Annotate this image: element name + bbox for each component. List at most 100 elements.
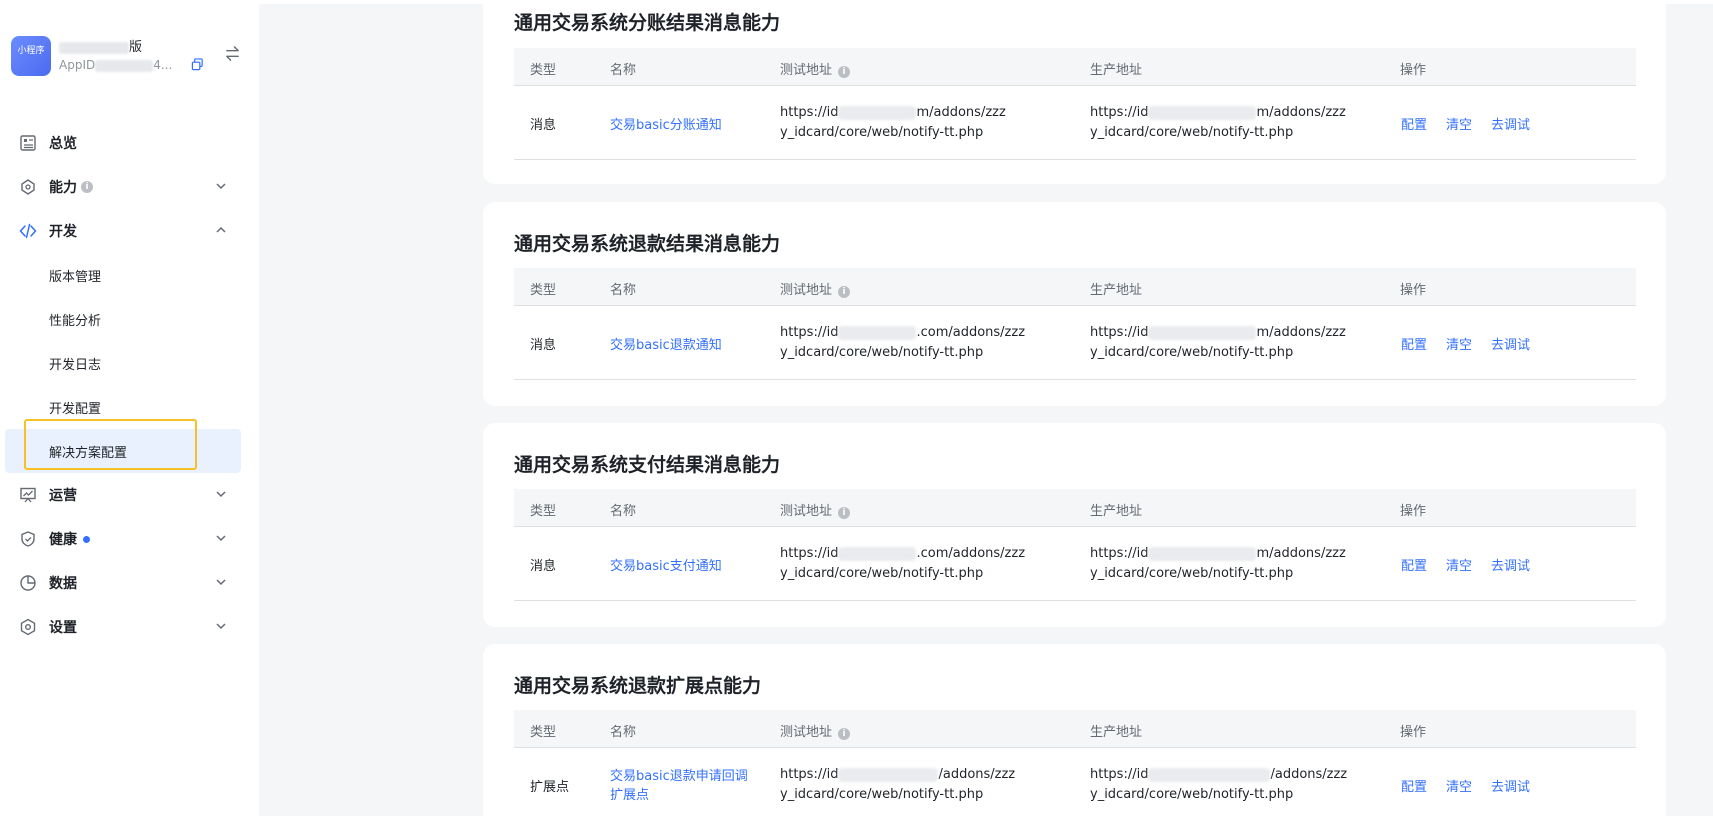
row-name-link[interactable]: 交易basic支付通知 [610, 555, 722, 574]
row-name-link[interactable]: 交易basic退款通知 [610, 334, 722, 353]
row-type: 消息 [530, 118, 557, 133]
row-name-link[interactable]: 交易basic退款申请回调扩展点 [610, 767, 750, 805]
prod-url: https://id m/addons/zzz y_idcard/core/web/… [1090, 546, 1346, 581]
sidebar-item-label: 数据 [49, 576, 77, 592]
sidebar-item-label: 设置 [49, 620, 77, 636]
column-header-name: 名称 [610, 283, 637, 298]
redacted-app-id [95, 59, 154, 72]
clear-button[interactable]: 清空 [1446, 559, 1472, 574]
app-logo: 小程序 [11, 36, 51, 76]
info-icon[interactable]: i [838, 286, 851, 298]
column-header-test-url: 测试地址 i [780, 59, 851, 78]
sidebar-nav: 总览 能力 i 开发 版本管理 性能分析 开发日志 开发配置 解决方案配置 运营… [0, 121, 259, 649]
row-actions: 配置 清空 去调试 [1401, 334, 1549, 353]
card-title: 通用交易系统退款扩展点能力 [514, 675, 762, 697]
column-header-ops: 操作 [1400, 725, 1427, 740]
info-icon[interactable]: i [838, 728, 851, 740]
prod-url: https://id m/addons/zzz y_idcard/core/web/… [1090, 325, 1346, 360]
column-header-prod-url: 生产地址 [1090, 504, 1143, 519]
sidebar: 小程序 版 AppID 4... 总览 能力 i 开发 版本管理 性能分析 开发日… [0, 0, 259, 816]
prod-url: https://id/addons/zzz y_idcard/core/web/n… [1090, 767, 1348, 802]
row-actions: 配置 清空 去调试 [1401, 555, 1549, 574]
presentation-chart-icon [19, 486, 37, 504]
table-header: 类型 名称 测试地址 i 生产地址 操作 [514, 48, 1636, 86]
table-row: 消息 交易basic支付通知 https://id .com/addons/zzz… [514, 527, 1636, 601]
ability-card: 通用交易系统退款扩展点能力 类型 名称 测试地址 i 生产地址 操作 扩展点 交易… [483, 644, 1666, 816]
redacted-domain [838, 767, 939, 782]
config-button[interactable]: 配置 [1401, 559, 1427, 574]
info-icon[interactable]: i [838, 66, 851, 78]
debug-button[interactable]: 去调试 [1491, 338, 1530, 353]
redacted-domain [1148, 767, 1271, 782]
sidebar-subitem-version[interactable]: 版本管理 [0, 253, 259, 297]
notification-dot [83, 535, 90, 543]
code-icon [19, 222, 37, 240]
column-header-ops: 操作 [1400, 63, 1427, 78]
sidebar-subitem-dev-log[interactable]: 开发日志 [0, 341, 259, 385]
row-type: 扩展点 [530, 780, 570, 795]
row-actions: 配置 清空 去调试 [1401, 776, 1549, 795]
sidebar-item-health[interactable]: 健康 [0, 517, 259, 561]
info-icon[interactable]: i [81, 181, 93, 193]
column-header-ops: 操作 [1400, 283, 1427, 298]
chevron-up-icon [214, 223, 228, 237]
row-type: 消息 [530, 338, 557, 353]
sidebar-subitem-dev-config[interactable]: 开发配置 [0, 385, 259, 429]
prod-url: https://id m/addons/zzz y_idcard/core/web/… [1090, 105, 1346, 140]
table-header: 类型 名称 测试地址 i 生产地址 操作 [514, 268, 1636, 306]
clear-button[interactable]: 清空 [1446, 780, 1472, 795]
ability-table: 类型 名称 测试地址 i 生产地址 操作 消息 交易basic分账通知 https… [514, 48, 1636, 160]
debug-button[interactable]: 去调试 [1491, 780, 1530, 795]
chevron-down-icon [214, 575, 228, 589]
table-row: 消息 交易basic退款通知 https://id .com/addons/zzz… [514, 306, 1636, 380]
test-url: https://id m/addons/zzz y_idcard/core/web/… [780, 105, 1006, 140]
row-actions: 配置 清空 去调试 [1401, 114, 1549, 133]
column-header-ops: 操作 [1400, 504, 1427, 519]
column-header-test-url: 测试地址 i [780, 721, 851, 740]
chevron-down-icon [214, 179, 228, 193]
debug-button[interactable]: 去调试 [1491, 118, 1530, 133]
sidebar-item-data[interactable]: 数据 [0, 561, 259, 605]
sidebar-subitem-performance[interactable]: 性能分析 [0, 297, 259, 341]
column-header-prod-url: 生产地址 [1090, 725, 1143, 740]
table-row: 消息 交易basic分账通知 https://id m/addons/zzz y_i… [514, 86, 1636, 160]
config-button[interactable]: 配置 [1401, 780, 1427, 795]
sidebar-item-label: 开发 [49, 224, 77, 240]
sidebar-item-label: 能力 [49, 180, 77, 196]
config-button[interactable]: 配置 [1401, 118, 1427, 133]
pie-chart-icon [19, 574, 37, 592]
clear-button[interactable]: 清空 [1446, 118, 1472, 133]
column-header-type: 类型 [530, 725, 557, 740]
row-name-link[interactable]: 交易basic分账通知 [610, 114, 722, 133]
redacted-domain [838, 325, 917, 340]
switch-app-icon[interactable] [224, 45, 241, 67]
ability-table: 类型 名称 测试地址 i 生产地址 操作 消息 交易basic支付通知 https… [514, 489, 1636, 601]
app-name: 版 [59, 36, 142, 55]
row-type: 消息 [530, 559, 557, 574]
dashboard-icon [19, 134, 37, 152]
sidebar-item-overview[interactable]: 总览 [0, 121, 259, 165]
sidebar-item-settings[interactable]: 设置 [0, 605, 259, 649]
column-header-prod-url: 生产地址 [1090, 63, 1143, 78]
sidebar-item-operate[interactable]: 运营 [0, 473, 259, 517]
table-row: 扩展点 交易basic退款申请回调扩展点 https://id/addons/z… [514, 748, 1636, 816]
clear-button[interactable]: 清空 [1446, 338, 1472, 353]
chevron-down-icon [214, 531, 228, 545]
ability-table: 类型 名称 测试地址 i 生产地址 操作 扩展点 交易basic退款申请回调扩展点… [514, 710, 1636, 816]
test-url: https://id/addons/zzz y_idcard/core/web/n… [780, 767, 1016, 802]
sidebar-item-develop[interactable]: 开发 [0, 209, 259, 253]
debug-button[interactable]: 去调试 [1491, 559, 1530, 574]
redacted-domain [1148, 546, 1257, 561]
copy-icon[interactable] [191, 58, 204, 71]
sidebar-item-ability[interactable]: 能力 i [0, 165, 259, 209]
card-title: 通用交易系统支付结果消息能力 [514, 454, 781, 476]
column-header-type: 类型 [530, 504, 557, 519]
test-url: https://id .com/addons/zzz y_idcard/core/w… [780, 325, 1026, 360]
card-title: 通用交易系统退款结果消息能力 [514, 233, 781, 255]
redacted-domain [1148, 325, 1257, 340]
ability-table: 类型 名称 测试地址 i 生产地址 操作 消息 交易basic退款通知 https… [514, 268, 1636, 380]
config-button[interactable]: 配置 [1401, 338, 1427, 353]
info-icon[interactable]: i [838, 507, 851, 519]
sidebar-subitem-solution-config[interactable]: 解决方案配置 [5, 429, 241, 473]
chevron-down-icon [214, 487, 228, 501]
